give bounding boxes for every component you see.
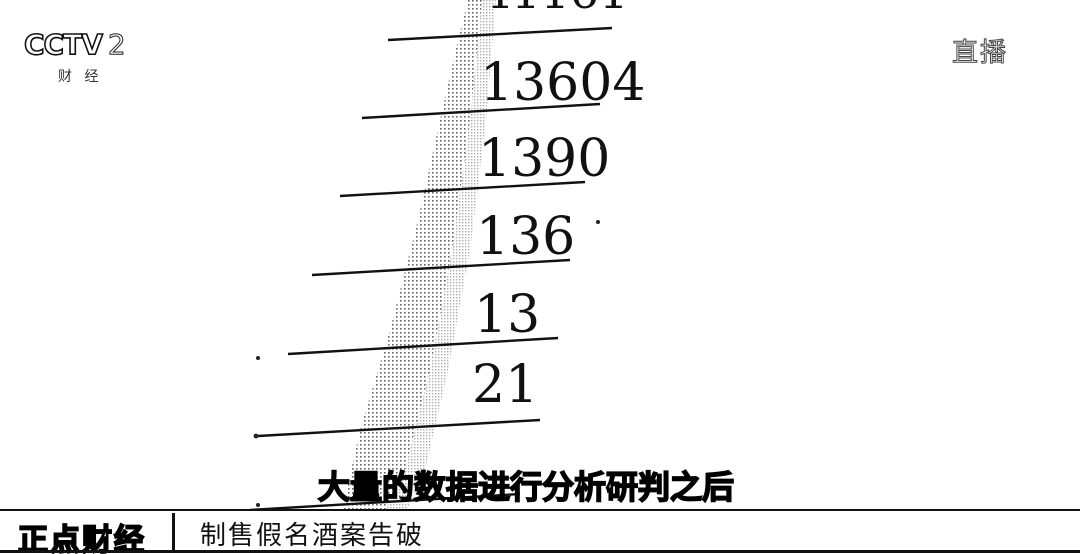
live-badge: 直播 (951, 38, 1009, 69)
channel-logo: CCTV 2 (23, 27, 126, 62)
margin-dot (596, 220, 600, 224)
news-headline: 制售假名酒案告破 (200, 521, 425, 551)
banner-bottom-rule (0, 550, 1080, 553)
document-scene: 41161 13604 1390 136 13 21 (249, 0, 645, 520)
program-logo: 正点财经 (17, 522, 146, 554)
video-frame: 41161 13604 1390 136 13 21 CCTV2 财 经 直播 大量的数据… (0, 0, 1080, 554)
row-values: 41161 13604 1390 136 13 21 (472, 0, 645, 415)
margin-dot (256, 356, 260, 360)
banner-top-rule (0, 509, 1080, 511)
subtitle-caption: 大量的数据进行分析研判之后 (317, 467, 735, 507)
row-value: 13604 (480, 53, 645, 113)
lower-third-banner: 正点财经 制售假名酒案告破 (0, 509, 1080, 554)
margin-dot (253, 433, 259, 439)
row-value: 21 (472, 355, 538, 415)
channel-logo-text: CCTV (23, 27, 103, 62)
channel-subtitle: 财 经 (58, 69, 103, 85)
row-value: 13 (474, 285, 540, 345)
channel-number: 2 (107, 28, 126, 62)
margin-dot (256, 503, 260, 507)
margin-dot (600, 146, 604, 150)
ruled-line (387, 26, 613, 42)
banner-divider (172, 513, 175, 550)
row-value: 136 (476, 207, 575, 267)
row-value: 41161 (482, 0, 628, 19)
row-value: 1390 (478, 129, 610, 189)
